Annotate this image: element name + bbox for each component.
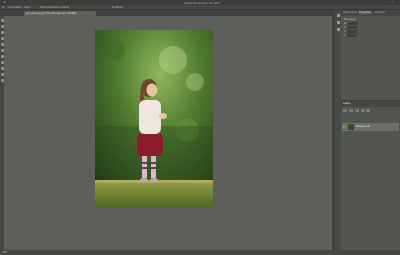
info-icon[interactable] <box>336 21 340 24</box>
y-label: Y: <box>344 34 347 38</box>
right-panels: Adjustments Properties Libraries Pixel L… <box>341 10 400 250</box>
visibility-eye-icon[interactable]: ● <box>343 125 346 129</box>
transform-controls-checkbox[interactable]: Show Transform Controls <box>40 6 69 9</box>
tab-libraries[interactable]: Libraries <box>374 11 386 15</box>
zoom-level[interactable]: 25% <box>2 251 7 254</box>
minimize-icon[interactable]: – <box>383 1 388 4</box>
x-field[interactable] <box>347 30 358 33</box>
app-title: Adobe Photoshop CC 2017 <box>184 0 221 5</box>
layers-panel: Layers ● Background <box>341 100 400 250</box>
3d-mode-label: 3D Mode: <box>112 6 124 9</box>
properties-panel: Pixel Layer W: H: X: Y: <box>341 16 400 40</box>
layer-thumbnail <box>348 124 354 130</box>
width-label: W: <box>344 22 347 26</box>
fill-field[interactable] <box>366 109 371 112</box>
status-bar: 25% <box>0 250 400 255</box>
auto-select-label[interactable]: Auto-Select: <box>8 6 22 9</box>
document-image[interactable] <box>95 30 213 207</box>
filter-kind-icon[interactable] <box>343 109 347 112</box>
layer-row-background[interactable]: ● Background <box>342 123 399 131</box>
auto-select-dropdown[interactable]: Layer <box>24 6 31 9</box>
lock-icon[interactable] <box>360 109 365 112</box>
width-field[interactable] <box>347 22 358 25</box>
tab-adjustments[interactable]: Adjustments <box>342 11 358 15</box>
x-label: X: <box>344 30 347 34</box>
height-field[interactable] <box>347 26 358 29</box>
swatches-icon[interactable] <box>336 28 340 31</box>
layer-name: Background <box>356 125 370 128</box>
properties-panel-tabs: Adjustments Properties Libraries <box>341 10 400 16</box>
close-icon[interactable]: × <box>390 1 395 4</box>
history-icon[interactable] <box>336 14 340 17</box>
blend-mode-dropdown[interactable] <box>348 109 353 112</box>
tab-layers[interactable]: Layers <box>343 102 351 106</box>
layers-controls <box>341 107 400 119</box>
app-logo-icon: ■ <box>3 0 6 4</box>
opacity-field[interactable] <box>354 109 359 112</box>
tab-properties[interactable]: Properties <box>358 11 372 15</box>
photo-girl-in-park <box>95 30 213 207</box>
y-field[interactable] <box>347 34 358 37</box>
height-label: H: <box>344 26 347 30</box>
move-tool-preset-icon[interactable]: ✥ <box>2 6 4 9</box>
